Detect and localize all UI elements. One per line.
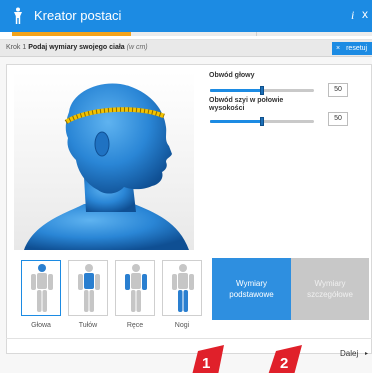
title-bar: Kreator postaci i x xyxy=(0,0,372,32)
window-title: Kreator postaci xyxy=(34,8,122,23)
reset-label: resetuj xyxy=(346,45,368,52)
body-part-tile-2[interactable] xyxy=(68,260,108,316)
head-circumference-label: Obwód głowy xyxy=(209,72,255,79)
body-part-tile-3[interactable] xyxy=(115,260,155,316)
head-circumference-slider[interactable] xyxy=(210,86,314,95)
close-icon[interactable]: x xyxy=(362,7,368,21)
step-unit: (w cm) xyxy=(126,44,148,51)
neck-circumference-input[interactable]: 50 xyxy=(328,112,348,126)
footer-divider xyxy=(6,338,372,339)
body-part-label-3: Ręce xyxy=(126,322,144,329)
callout-marker-2: 2 xyxy=(262,345,302,373)
head-circumference-input[interactable]: 50 xyxy=(328,83,348,97)
neck-circumference-label: Obwód szyi w połowie wysokości xyxy=(209,97,284,112)
progress-fill xyxy=(12,32,131,36)
reset-button[interactable]: × resetuj xyxy=(332,42,372,55)
character-creator-window: Kreator postaci i x Krok 1 Podaj wymiary… xyxy=(0,0,372,373)
body-part-label-4: Nogi xyxy=(174,322,190,329)
callout-marker-1: 1 xyxy=(184,345,224,373)
progress-track xyxy=(131,32,372,36)
body-figure-icon xyxy=(31,264,53,312)
next-arrow-icon[interactable]: ▸ xyxy=(365,350,368,357)
next-button[interactable]: Dalej xyxy=(340,349,358,358)
callout-number-1: 1 xyxy=(202,355,211,372)
wizard-progress-bar xyxy=(0,32,372,40)
detailed-measurements-button[interactable]: Wymiary szczegółowe xyxy=(291,258,369,320)
callout-number-2: 2 xyxy=(280,355,289,372)
head-preview xyxy=(14,72,194,250)
reset-icon: × xyxy=(336,45,341,52)
body-figure-icon xyxy=(125,264,147,312)
detailed-measurements-label: Wymiary szczegółowe xyxy=(307,279,353,299)
head-slider-thumb[interactable] xyxy=(260,86,264,95)
step-number: Krok 1 xyxy=(6,44,27,51)
step-header: Krok 1 Podaj wymiary swojego ciała (w cm… xyxy=(0,40,372,57)
step-heading: Krok 1 Podaj wymiary swojego ciała (w cm… xyxy=(6,44,148,51)
body-part-label-2: Tułów xyxy=(78,322,98,329)
head-model-image xyxy=(24,83,189,250)
neck-slider-fill xyxy=(210,120,262,123)
body-part-label-1: Głowa xyxy=(31,322,51,329)
basic-measurements-label: Wymiary podstawowe xyxy=(229,279,274,299)
body-figure-icon xyxy=(78,264,100,312)
step-title: Podaj wymiary swojego ciała xyxy=(28,44,125,51)
basic-measurements-button[interactable]: Wymiary podstawowe xyxy=(212,258,291,320)
info-icon[interactable]: i xyxy=(351,8,354,23)
body-part-tile-1[interactable] xyxy=(21,260,61,316)
body-part-tile-4[interactable] xyxy=(162,260,202,316)
progress-step-divider xyxy=(256,32,257,36)
neck-slider-thumb[interactable] xyxy=(260,117,264,126)
neck-circumference-slider[interactable] xyxy=(210,117,314,126)
head-slider-fill xyxy=(210,89,262,92)
body-figure-icon xyxy=(172,264,194,312)
person-icon xyxy=(14,7,22,24)
